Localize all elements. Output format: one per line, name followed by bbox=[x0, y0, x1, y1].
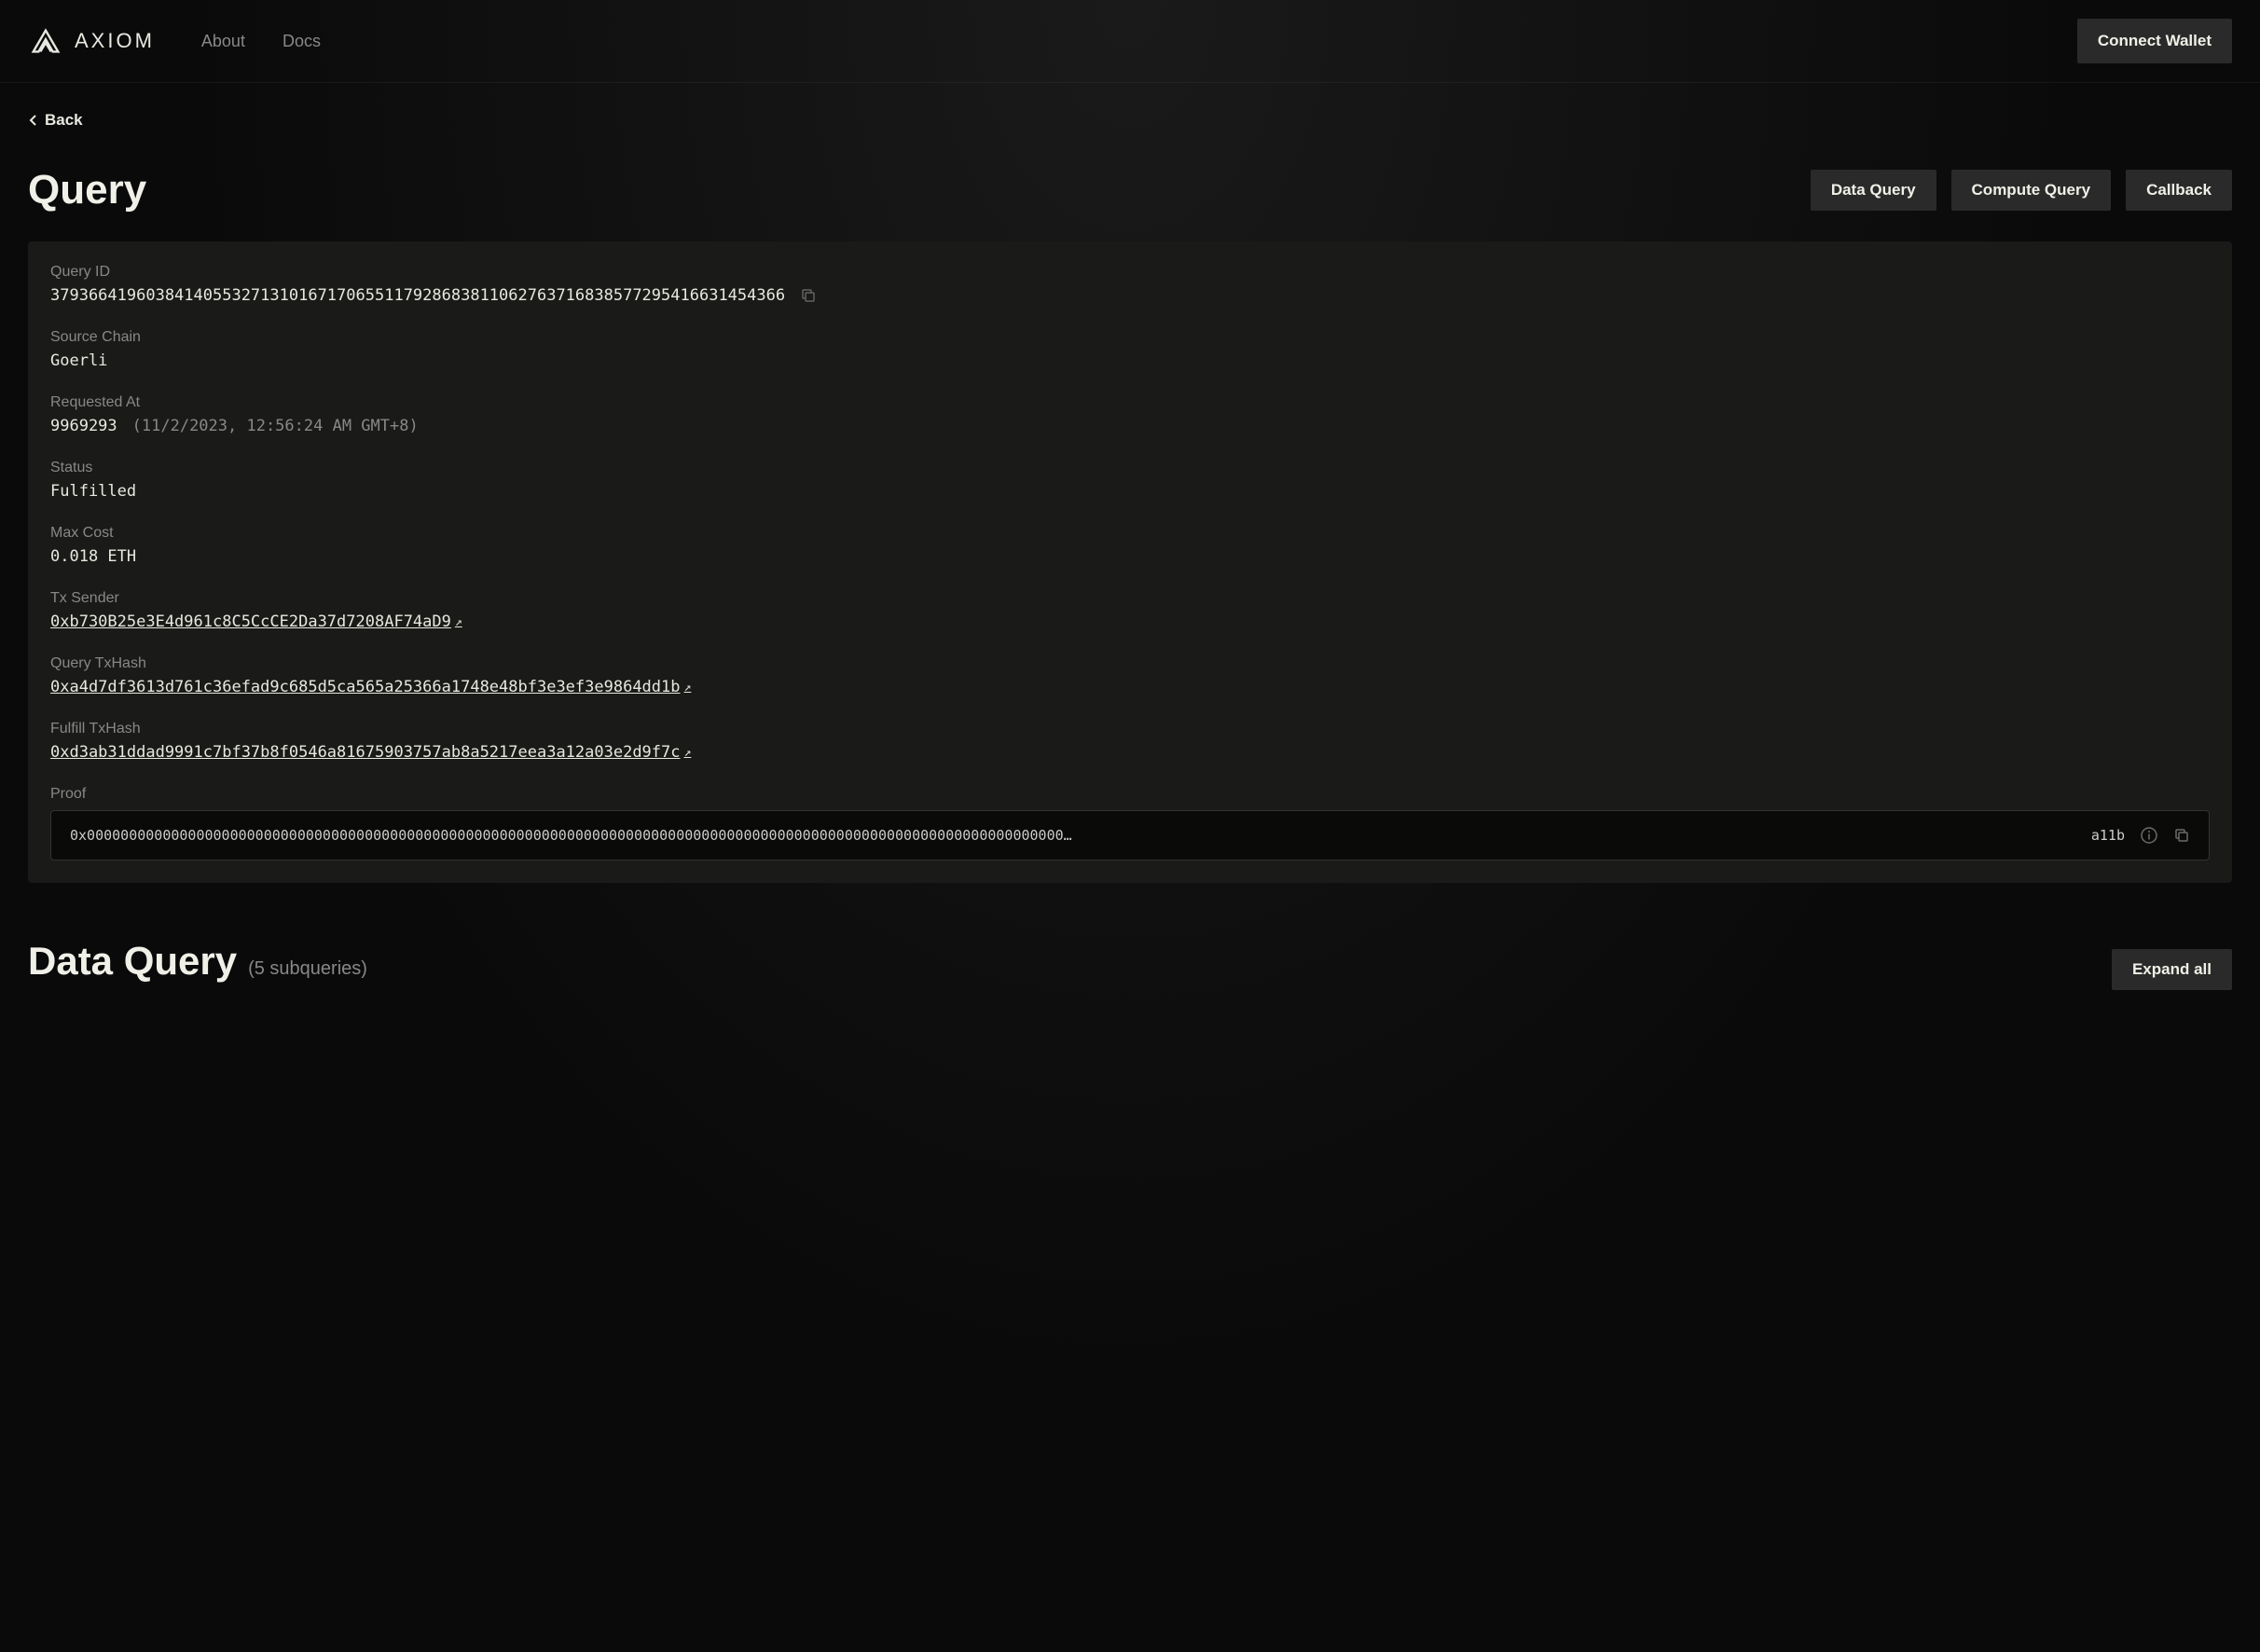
field-label: Query ID bbox=[50, 264, 2210, 281]
external-link-icon: ↗ bbox=[684, 746, 692, 760]
field-requested-at: Requested At 9969293 (11/2/2023, 12:56:2… bbox=[50, 394, 2210, 435]
query-id-value: 3793664196038414055327131016717065511792… bbox=[50, 286, 785, 305]
source-chain-value: Goerli bbox=[50, 351, 2210, 370]
status-value: Fulfilled bbox=[50, 482, 2210, 501]
field-fulfill-txhash: Fulfill TxHash 0xd3ab31ddad9991c7bf37b8f… bbox=[50, 721, 2210, 762]
nav-about[interactable]: About bbox=[201, 32, 245, 51]
field-label: Query TxHash bbox=[50, 655, 2210, 672]
field-query-txhash: Query TxHash 0xa4d7df3613d761c36efad9c68… bbox=[50, 655, 2210, 696]
field-label: Source Chain bbox=[50, 329, 2210, 346]
logo[interactable]: AXIOM bbox=[28, 28, 155, 54]
fulfill-txhash-link[interactable]: 0xd3ab31ddad9991c7bf37b8f0546a8167590375… bbox=[50, 743, 691, 762]
tab-compute-query[interactable]: Compute Query bbox=[1951, 170, 2112, 211]
copy-icon[interactable] bbox=[800, 287, 817, 304]
copy-icon[interactable] bbox=[2173, 827, 2190, 844]
tx-sender-link[interactable]: 0xb730B25e3E4d961c8C5CcCE2Da37d7208AF74a… bbox=[50, 613, 462, 631]
field-label: Proof bbox=[50, 786, 2210, 803]
tab-callback[interactable]: Callback bbox=[2126, 170, 2232, 211]
field-label: Tx Sender bbox=[50, 590, 2210, 607]
data-query-section-title: Data Query bbox=[28, 939, 237, 984]
field-label: Fulfill TxHash bbox=[50, 721, 2210, 737]
field-max-cost: Max Cost 0.018 ETH bbox=[50, 525, 2210, 566]
field-tx-sender: Tx Sender 0xb730B25e3E4d961c8C5CcCE2Da37… bbox=[50, 590, 2210, 631]
max-cost-value: 0.018 ETH bbox=[50, 547, 2210, 566]
field-label: Requested At bbox=[50, 394, 2210, 411]
page-title: Query bbox=[28, 167, 146, 213]
connect-wallet-button[interactable]: Connect Wallet bbox=[2077, 19, 2232, 63]
expand-all-button[interactable]: Expand all bbox=[2112, 949, 2232, 990]
query-txhash-link[interactable]: 0xa4d7df3613d761c36efad9c685d5ca565a2536… bbox=[50, 678, 691, 696]
field-query-id: Query ID 3793664196038414055327131016717… bbox=[50, 264, 2210, 305]
chevron-left-icon bbox=[28, 114, 37, 127]
field-label: Status bbox=[50, 460, 2210, 476]
external-link-icon: ↗ bbox=[684, 681, 692, 695]
back-label: Back bbox=[45, 111, 83, 130]
field-status: Status Fulfilled bbox=[50, 460, 2210, 501]
back-link[interactable]: Back bbox=[28, 111, 83, 130]
logo-mark-icon bbox=[28, 28, 63, 54]
tab-data-query[interactable]: Data Query bbox=[1811, 170, 1936, 211]
proof-text: 0x00000000000000000000000000000000000000… bbox=[70, 827, 2076, 844]
proof-box: 0x00000000000000000000000000000000000000… bbox=[50, 810, 2210, 860]
info-icon[interactable] bbox=[2140, 826, 2158, 845]
field-source-chain: Source Chain Goerli bbox=[50, 329, 2210, 370]
field-label: Max Cost bbox=[50, 525, 2210, 542]
proof-suffix: a11b bbox=[2091, 827, 2125, 844]
logo-text: AXIOM bbox=[75, 29, 155, 53]
query-details-card: Query ID 3793664196038414055327131016717… bbox=[28, 241, 2232, 883]
nav-docs[interactable]: Docs bbox=[282, 32, 321, 51]
requested-at-timestamp: (11/2/2023, 12:56:24 AM GMT+8) bbox=[132, 417, 419, 435]
subquery-count: (5 subqueries) bbox=[248, 958, 367, 980]
field-proof: Proof 0x00000000000000000000000000000000… bbox=[50, 786, 2210, 860]
requested-at-block: 9969293 bbox=[50, 417, 117, 435]
external-link-icon: ↗ bbox=[455, 615, 462, 629]
